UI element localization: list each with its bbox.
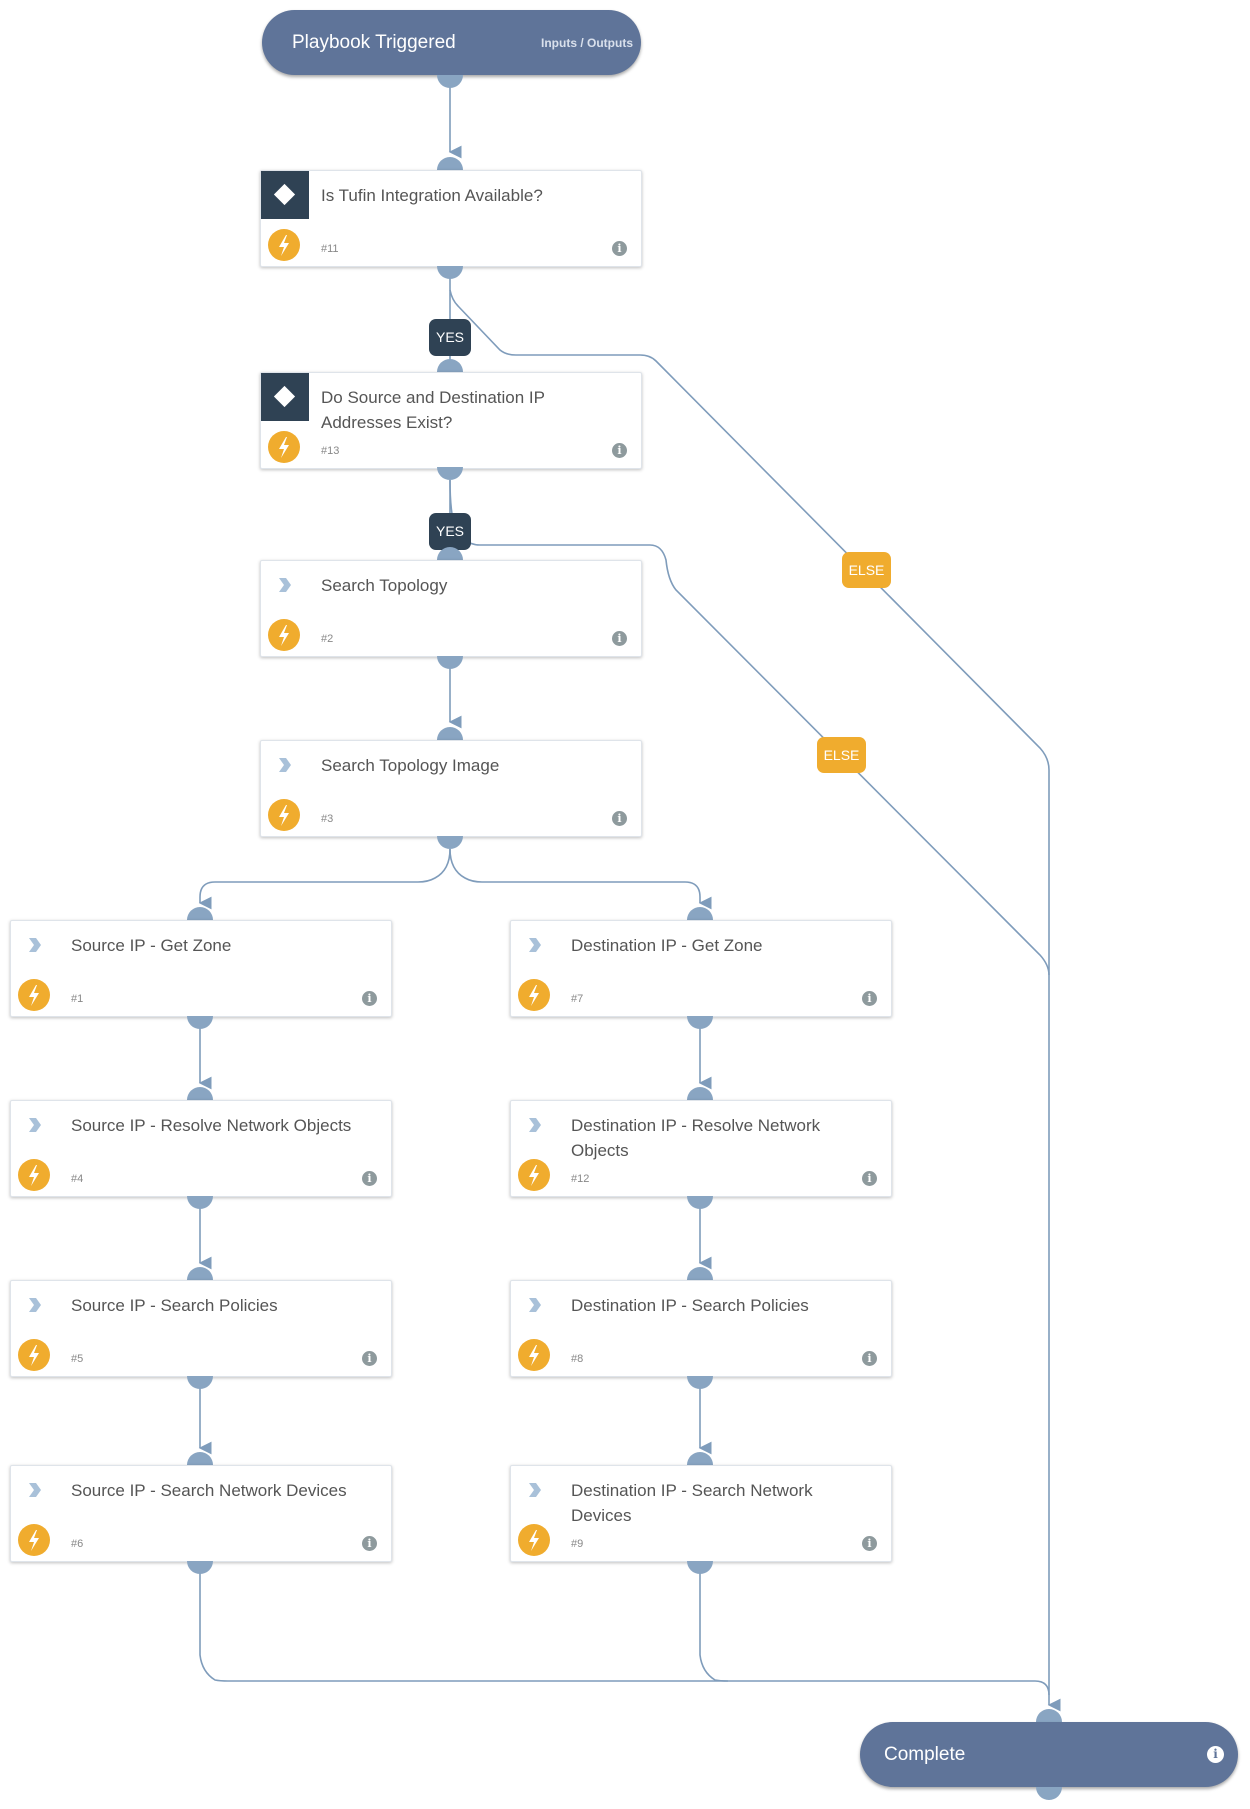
info-icon[interactable]: i <box>362 1536 377 1551</box>
info-icon[interactable]: i <box>362 1351 377 1366</box>
sub-playbook-chevron-icon <box>25 1115 45 1135</box>
sub-playbook-chevron-icon <box>525 1480 545 1500</box>
automation-bolt-icon <box>518 1339 550 1371</box>
task-node[interactable]: Source IP - Search Policies #5 i <box>10 1280 392 1377</box>
task-node[interactable]: Destination IP - Search Policies #8 i <box>510 1280 892 1377</box>
automation-bolt-icon <box>518 1159 550 1191</box>
diamond-icon <box>273 183 296 206</box>
automation-bolt-icon <box>18 1159 50 1191</box>
task-label: Source IP - Search Network Devices <box>71 1481 347 1500</box>
wire-3-to-1 <box>198 848 451 910</box>
task-label: Source IP - Get Zone <box>71 936 232 955</box>
task-label: Do Source and Destination IP Addresses E… <box>321 388 545 432</box>
task-node[interactable]: Source IP - Resolve Network Objects #4 i <box>10 1100 392 1197</box>
sub-playbook-chevron-icon <box>275 755 295 775</box>
wire-3-to-7 <box>449 848 712 910</box>
task-label: Destination IP - Resolve Network Objects <box>571 1116 821 1160</box>
task-number: #3 <box>321 813 334 825</box>
start-node-title: Playbook Triggered <box>292 31 456 53</box>
wire-9-to-end <box>699 1573 729 1682</box>
task-label: Destination IP - Get Zone <box>571 936 763 955</box>
inputs-outputs-link[interactable]: Inputs / Outputs <box>541 36 633 50</box>
branch-else-label: ELSE <box>817 737 866 773</box>
task-number: #7 <box>571 993 584 1005</box>
task-label: Is Tufin Integration Available? <box>321 186 543 205</box>
automation-bolt-icon <box>268 619 300 651</box>
info-icon[interactable]: i <box>362 1171 377 1186</box>
task-label: Source IP - Search Policies <box>71 1296 278 1315</box>
task-label: Destination IP - Search Network Devices <box>571 1481 813 1525</box>
task-number: #2 <box>321 633 334 645</box>
task-node[interactable]: Source IP - Get Zone #1 i <box>10 920 392 1017</box>
automation-bolt-icon <box>268 431 300 463</box>
task-node[interactable]: Source IP - Search Network Devices #6 i <box>10 1465 392 1562</box>
task-number: #8 <box>571 1353 584 1365</box>
end-node-title: Complete <box>884 1743 966 1765</box>
task-node[interactable]: Search Topology Image #3 i <box>260 740 642 837</box>
sub-playbook-chevron-icon <box>525 935 545 955</box>
automation-bolt-icon <box>518 1524 550 1556</box>
task-node[interactable]: Search Topology #2 i <box>260 560 642 657</box>
automation-bolt-icon <box>18 1339 50 1371</box>
branch-else-label: ELSE <box>842 552 891 588</box>
info-icon[interactable]: i <box>612 443 627 458</box>
branch-yes-label: YES <box>429 319 471 356</box>
sub-playbook-chevron-icon <box>525 1295 545 1315</box>
task-label: Source IP - Resolve Network Objects <box>71 1116 352 1135</box>
branch-yes-label: YES <box>429 513 471 550</box>
sub-playbook-chevron-icon <box>525 1115 545 1135</box>
automation-bolt-icon <box>18 979 50 1011</box>
automation-bolt-icon <box>268 799 300 831</box>
sub-playbook-chevron-icon <box>275 575 295 595</box>
info-icon[interactable]: i <box>862 1351 877 1366</box>
info-icon[interactable]: i <box>862 1536 877 1551</box>
task-number: #12 <box>571 1173 590 1185</box>
info-icon[interactable]: i <box>362 991 377 1006</box>
info-icon[interactable]: i <box>862 1171 877 1186</box>
info-icon[interactable]: i <box>1207 1746 1224 1763</box>
task-node[interactable]: Destination IP - Search Network Devices #… <box>510 1465 892 1562</box>
task-number: #9 <box>571 1538 584 1550</box>
task-node[interactable]: Destination IP - Resolve Network Objects… <box>510 1100 892 1197</box>
task-number: #6 <box>71 1538 84 1550</box>
sub-playbook-chevron-icon <box>25 1295 45 1315</box>
info-icon[interactable]: i <box>612 631 627 646</box>
automation-bolt-icon <box>268 229 300 261</box>
automation-bolt-icon <box>18 1524 50 1556</box>
task-node[interactable]: Destination IP - Get Zone #7 i <box>510 920 892 1017</box>
task-label: Destination IP - Search Policies <box>571 1296 809 1315</box>
sub-playbook-chevron-icon <box>25 1480 45 1500</box>
automation-bolt-icon <box>518 979 550 1011</box>
task-node-11[interactable]: Is Tufin Integration Available? #11 i <box>260 170 642 267</box>
diamond-icon <box>273 385 296 408</box>
condition-icon <box>261 373 309 421</box>
start-node-playbook-triggered[interactable]: Playbook Triggered Inputs / Outputs <box>262 10 641 75</box>
end-node-complete[interactable]: Complete i <box>860 1722 1238 1787</box>
task-node-13[interactable]: Do Source and Destination IP Addresses E… <box>260 372 642 469</box>
task-number: #13 <box>321 445 340 457</box>
wire-6-to-end <box>199 1573 1050 1696</box>
sub-playbook-chevron-icon <box>25 935 45 955</box>
task-number: #4 <box>71 1173 84 1185</box>
task-label: Search Topology <box>321 576 448 595</box>
info-icon[interactable]: i <box>612 811 627 826</box>
info-icon[interactable]: i <box>612 241 627 256</box>
condition-icon <box>261 171 309 219</box>
task-number: #5 <box>71 1353 84 1365</box>
task-number: #11 <box>321 243 339 255</box>
wire-13-else <box>449 479 1050 976</box>
task-label: Search Topology Image <box>321 756 500 775</box>
info-icon[interactable]: i <box>862 991 877 1006</box>
task-number: #1 <box>71 993 84 1005</box>
